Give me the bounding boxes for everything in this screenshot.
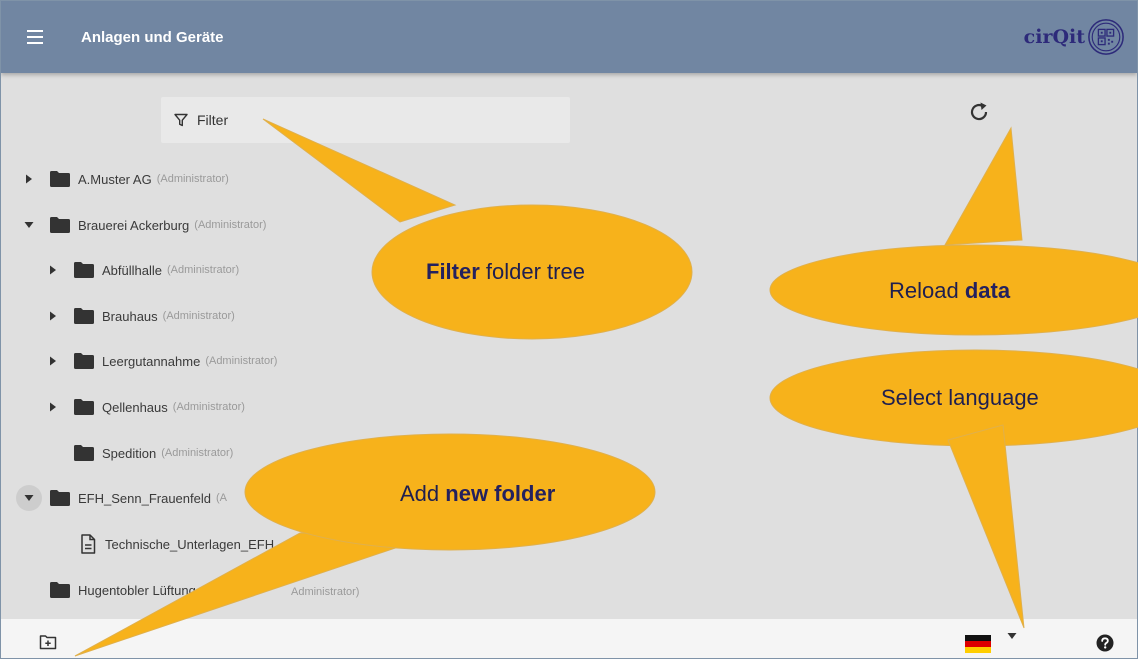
qr-code-icon	[1088, 19, 1124, 55]
reload-callout-text: Reload data	[889, 278, 1011, 303]
tree-node-role: (Administrator)	[161, 447, 234, 459]
filter-icon	[174, 113, 188, 127]
app-bar: Anlagen und Geräte cirQit	[1, 1, 1137, 73]
tree-node-role-fragment: Administrator)	[291, 586, 360, 598]
folder-icon	[50, 582, 70, 598]
folder-icon	[74, 353, 94, 369]
tree-node[interactable]: Brauerei Ackerburg (Administrator)	[21, 213, 266, 237]
tree-node[interactable]: Brauhaus (Administrator)	[45, 304, 235, 328]
menu-icon[interactable]	[27, 30, 43, 44]
tree-node-label: Brauerei Ackerburg	[78, 217, 190, 233]
chevron-down-icon[interactable]	[1007, 632, 1017, 640]
caret-right-icon[interactable]	[45, 353, 61, 369]
tree-node[interactable]: A.Muster AG (Administrator)	[21, 167, 229, 191]
caret-right-icon[interactable]	[45, 308, 61, 324]
tree-node-label: Spedition	[102, 445, 157, 461]
tree-node-role: (Administrator)	[162, 310, 235, 322]
add-folder-callout-text: Add new folder	[400, 481, 556, 506]
main-content: A.Muster AG (Administrator) Brauerei Ack…	[1, 73, 1137, 619]
tree-node-role: (A	[215, 492, 227, 504]
tree-node[interactable]: Qellenhaus (Administrator)	[45, 395, 245, 419]
tree-node[interactable]: Technische_Unterlagen_EFH	[50, 532, 274, 556]
caret-right-icon[interactable]	[21, 171, 37, 187]
tree-node[interactable]: Leergutannahme (Administrator)	[45, 349, 277, 373]
tree-node[interactable]: Hugentobler Lüftung	[21, 578, 196, 602]
caret-down-icon[interactable]	[16, 485, 42, 511]
tree-node-label: A.Muster AG	[78, 171, 152, 187]
app-window: Anlagen und Geräte cirQit Filter A.Muste…	[0, 0, 1138, 659]
folder-icon	[50, 217, 70, 233]
tree-node-role: (Administrator)	[167, 264, 240, 276]
tree-node-label: Leergutannahme	[102, 353, 201, 369]
add-folder-icon[interactable]	[39, 634, 57, 650]
tree-node-role: (Administrator)	[172, 401, 245, 413]
page-title: Anlagen und Geräte	[81, 29, 224, 46]
tree-node-label: Technische_Unterlagen_EFH	[105, 536, 275, 552]
folder-icon	[74, 308, 94, 324]
help-icon[interactable]	[1096, 634, 1114, 652]
caret-down-icon[interactable]	[21, 217, 37, 233]
filter-field[interactable]	[161, 97, 570, 143]
tree-node-label: Brauhaus	[102, 308, 158, 324]
german-flag-icon[interactable]	[965, 635, 991, 653]
tree-node-role: (Administrator)	[205, 355, 278, 367]
tree-node[interactable]: Abfüllhalle (Administrator)	[45, 258, 239, 282]
tree-node-role: (Administrator)	[156, 173, 229, 185]
document-icon	[81, 534, 96, 554]
tree-node-label: Qellenhaus	[102, 399, 168, 415]
tree-node-label: EFH_Senn_Frauenfeld	[78, 490, 211, 506]
folder-icon	[50, 171, 70, 187]
tree-node[interactable]: Spedition (Administrator)	[45, 441, 233, 465]
caret-right-icon[interactable]	[45, 262, 61, 278]
tree-node[interactable]: EFH_Senn_Frauenfeld (A	[16, 485, 227, 511]
tree-node-role: (Administrator)	[194, 219, 267, 231]
tree-node-label: Abfüllhalle	[102, 262, 162, 278]
folder-icon	[74, 262, 94, 278]
folder-icon	[74, 399, 94, 415]
folder-icon	[50, 490, 70, 506]
bottom-toolbar	[1, 619, 1137, 658]
filter-input[interactable]	[197, 110, 557, 130]
brand-logo: cirQit	[1024, 17, 1125, 57]
caret-right-icon[interactable]	[45, 399, 61, 415]
reload-icon[interactable]	[967, 100, 991, 124]
brand-name: cirQit	[1023, 26, 1085, 48]
filter-callout-text: Filter folder tree	[426, 259, 585, 284]
tree-node-label: Hugentobler Lüftung	[78, 582, 196, 598]
folder-icon	[74, 445, 94, 461]
language-callout-text: Select language	[881, 385, 1039, 410]
